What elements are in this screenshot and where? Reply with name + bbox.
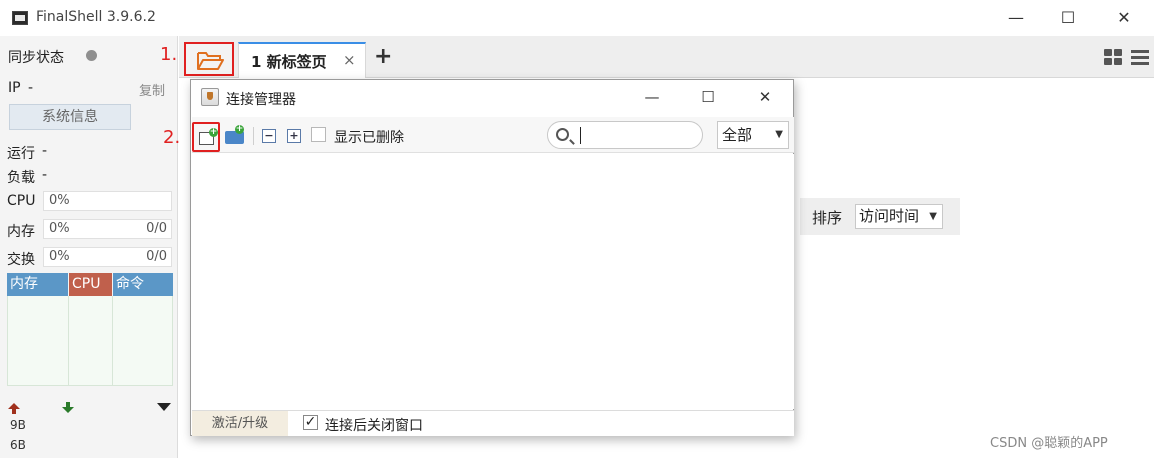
close-window-button[interactable]: ✕ [1101,4,1147,32]
watermark-text: CSDN @聪颖的APP [990,436,1108,451]
load-value: - [42,167,48,183]
memory-label: 内存 [7,224,35,240]
process-col-divider [68,296,69,386]
search-input[interactable] [547,121,703,149]
memory-ratio: 0/0 [146,221,167,236]
dialog-title: 连接管理器 [226,92,296,108]
activate-upgrade-button[interactable]: 激活/升级 [192,411,288,436]
app-logo-icon [12,11,28,25]
run-value: - [42,143,48,159]
plus-icon: + [235,124,244,134]
ip-label: IP [8,80,21,96]
connection-list[interactable] [192,154,794,409]
collapse-all-icon[interactable]: − [262,129,276,143]
plus-icon: + [209,127,218,137]
dialog-minimize-button[interactable]: — [629,83,675,111]
process-col-memory[interactable]: 内存 [7,273,68,296]
sort-select[interactable]: 访问时间 ▼ [855,204,943,229]
memory-meter: 0% 0/0 [43,219,172,239]
java-app-icon [201,88,219,106]
arrow-up-icon [8,403,20,414]
sync-status-dot-icon [86,50,97,61]
sort-bar: 排序 访问时间 ▼ [800,198,960,235]
process-col-command[interactable]: 命令 [113,273,173,296]
dialog-close-button[interactable]: ✕ [742,83,788,111]
scope-select[interactable]: 全部 ▼ [717,121,789,149]
tab-new-tab[interactable]: 1 新标签页 × [238,42,366,78]
new-folder-button[interactable]: + [225,125,247,145]
show-deleted-label: 显示已删除 [334,130,404,146]
sync-status-label: 同步状态 [8,50,64,66]
minimize-button[interactable]: — [993,4,1039,32]
cpu-value: 0% [49,193,70,208]
grid-view-icon[interactable] [1104,49,1124,67]
cpu-meter: 0% [43,191,172,211]
text-caret [580,127,581,144]
process-table-body [7,296,173,386]
swap-meter: 0% 0/0 [43,247,172,267]
copy-ip-link[interactable]: 复制 [139,80,165,99]
annotation-step-2: 2. [163,127,181,148]
process-col-cpu[interactable]: CPU [69,273,112,296]
dialog-toolbar [192,117,794,153]
expand-all-icon[interactable]: + [287,129,301,143]
connection-manager-dialog: 连接管理器 — ☐ ✕ + + − + 显示已删除 全部 ▼ 激活/升级 ✓ 连… [190,79,794,436]
ip-value: - [28,80,34,96]
search-icon [556,128,569,141]
maximize-button[interactable]: ☐ [1045,4,1091,32]
tab-label: 1 新标签页 [251,53,327,71]
window-title: FinalShell 3.9.6.2 [36,9,156,25]
dialog-maximize-button[interactable]: ☐ [685,83,731,111]
process-col-divider [112,296,113,386]
menu-icon[interactable] [1131,50,1149,66]
chevron-down-icon: ▼ [929,211,937,222]
show-deleted-checkbox[interactable] [311,127,326,142]
net-interface-dropdown-icon[interactable] [157,403,171,412]
sort-label: 排序 [812,209,843,227]
arrow-down-icon [62,402,74,413]
tab-close-icon[interactable]: × [343,51,356,69]
load-label: 负载 [7,170,35,186]
net-rate-value: 6B [10,438,26,452]
new-connection-button[interactable]: + [192,122,220,152]
chevron-down-icon: ▼ [775,129,783,140]
swap-label: 交换 [7,252,35,268]
swap-ratio: 0/0 [146,249,167,264]
sort-selected-value: 访问时间 [859,207,920,225]
toolbar-separator [253,127,254,145]
process-table-header: 内存 CPU 命令 [7,273,173,296]
run-label: 运行 [7,146,35,162]
scope-selected-value: 全部 [722,126,753,144]
close-after-connect-label: 连接后关闭窗口 [325,418,423,434]
add-tab-button[interactable]: + [374,44,392,69]
cpu-label: CPU [7,193,36,209]
open-connection-manager-button[interactable] [184,42,234,76]
folder-open-icon [197,52,224,70]
annotation-step-1: 1. [160,44,178,65]
title-bar [0,0,1154,36]
close-after-connect-checkbox[interactable]: ✓ [303,415,318,430]
swap-value: 0% [49,249,70,264]
net-rate-value: 9B [10,418,26,432]
memory-value: 0% [49,221,70,236]
system-info-button[interactable]: 系统信息 [9,104,131,130]
